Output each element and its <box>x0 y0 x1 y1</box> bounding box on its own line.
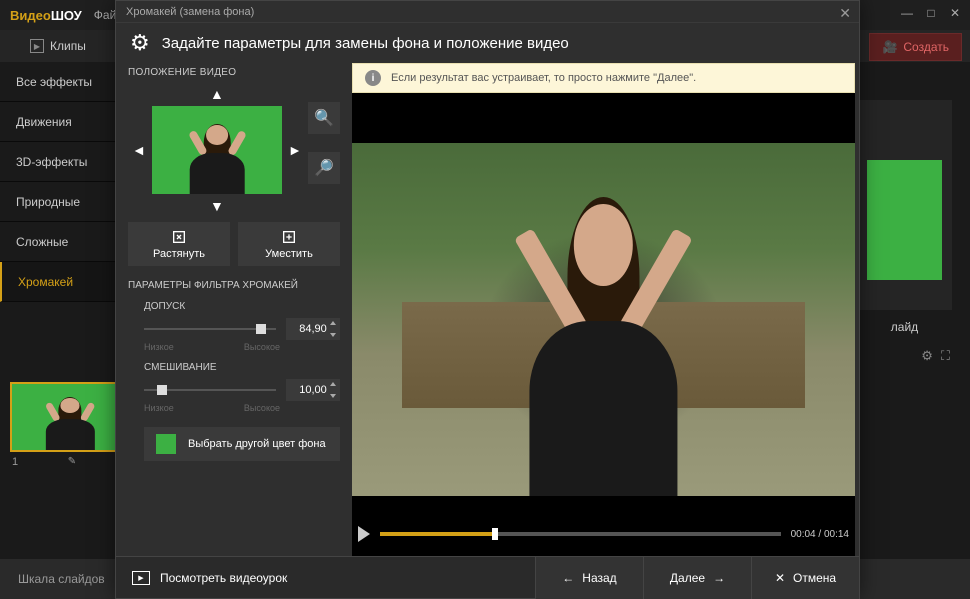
close-icon: ✕ <box>775 571 785 585</box>
zoom-out-icon: 🔎 <box>314 158 334 178</box>
chromakey-dialog: Хромакей (замена фона) ✕ ⚙ Задайте парам… <box>115 0 860 599</box>
slide-label: лайд <box>857 320 952 334</box>
video-icon: ▶ <box>132 571 150 585</box>
sidebar-item-3d[interactable]: 3D-эффекты <box>0 142 115 182</box>
blend-label: СМЕШИВАНИЕ <box>144 362 340 373</box>
effects-sidebar: Все эффекты Движения 3D-эффекты Природны… <box>0 62 115 559</box>
pick-color-button[interactable]: Выбрать другой цвет фона <box>144 427 340 461</box>
next-button[interactable]: Далее→ <box>643 557 751 599</box>
dialog-header: ⚙ Задайте параметры для замены фона и по… <box>116 23 859 63</box>
arrow-up-icon[interactable]: ▲ <box>210 86 224 102</box>
play-icon: ▶ <box>30 39 44 53</box>
zoom-out-button[interactable]: 🔎 <box>308 152 340 184</box>
blend-high-label: Высокое <box>244 403 280 413</box>
settings-column: ПОЛОЖЕНИЕ ВИДЕО ▲ ▼ ◄ ► 🔍 🔎 Растянуть <box>116 63 352 556</box>
dialog-close-button[interactable]: ✕ <box>839 5 851 22</box>
clip-index: 1 <box>12 456 18 468</box>
maximize-button[interactable]: □ <box>924 6 938 20</box>
sidebar-item-nature[interactable]: Природные <box>0 182 115 222</box>
fit-icon <box>281 229 297 245</box>
play-button[interactable] <box>358 526 370 542</box>
info-icon: i <box>365 70 381 86</box>
tolerance-low-label: Низкое <box>144 342 174 352</box>
blend-spinner[interactable]: 10,00 <box>286 379 340 401</box>
time-display: 00:04 / 00:14 <box>791 529 849 540</box>
dialog-title: Задайте параметры для замены фона и поло… <box>162 35 569 52</box>
sidebar-item-motion[interactable]: Движения <box>0 102 115 142</box>
menu-file[interactable]: Фай <box>94 8 117 22</box>
sidebar-item-complex[interactable]: Сложные <box>0 222 115 262</box>
zoom-in-button[interactable]: 🔍 <box>308 102 340 134</box>
arrow-left-icon: ← <box>562 571 574 585</box>
gear-icon: ⚙ <box>130 30 150 56</box>
section-position-label: ПОЛОЖЕНИЕ ВИДЕО <box>128 67 340 78</box>
slide-preview-panel: лайд <box>857 100 952 310</box>
preview-frame <box>352 143 855 496</box>
position-editor: ▲ ▼ ◄ ► 🔍 🔎 <box>128 84 340 218</box>
dialog-footer: ▶ Посмотреть видеоурок ←Назад Далее→ ✕От… <box>116 556 859 598</box>
camera-icon: 🎥 <box>882 40 897 54</box>
expand-icon <box>171 229 187 245</box>
dialog-titlebar[interactable]: Хромакей (замена фона) ✕ <box>116 1 859 23</box>
tolerance-high-label: Высокое <box>244 342 280 352</box>
window-controls: — □ ✕ <box>900 6 962 20</box>
arrow-right-icon[interactable]: ► <box>288 142 302 158</box>
tolerance-label: ДОПУСК <box>144 301 340 312</box>
fullscreen-icon[interactable]: ⛶ <box>941 348 950 364</box>
create-button[interactable]: 🎥Создать <box>869 33 962 61</box>
fit-button[interactable]: Уместить <box>238 222 340 266</box>
position-thumbnail[interactable] <box>152 106 282 194</box>
hint-bar: i Если результат вас устраивает, то прос… <box>352 63 855 93</box>
blend-low-label: Низкое <box>144 403 174 413</box>
tolerance-spinner[interactable]: 84,90 <box>286 318 340 340</box>
section-params-label: ПАРАМЕТРЫ ФИЛЬТРА ХРОМАКЕЙ <box>128 280 340 291</box>
arrow-right-icon: → <box>713 571 725 585</box>
arrow-left-icon[interactable]: ◄ <box>132 142 146 158</box>
stretch-button[interactable]: Растянуть <box>128 222 230 266</box>
minimize-button[interactable]: — <box>900 6 914 20</box>
sidebar-item-all[interactable]: Все эффекты <box>0 62 115 102</box>
timeline-label: Шкала слайдов <box>18 572 105 586</box>
edit-icon[interactable]: ✎ <box>68 456 76 468</box>
preview-column: i Если результат вас устраивает, то прос… <box>352 63 859 556</box>
back-button[interactable]: ←Назад <box>535 557 643 599</box>
close-window-button[interactable]: ✕ <box>948 6 962 20</box>
tab-clips[interactable]: ▶Клипы <box>30 39 86 53</box>
clip-thumbnail[interactable] <box>10 382 130 452</box>
progress-track[interactable] <box>380 532 781 536</box>
hint-text: Если результат вас устраивает, то просто… <box>391 72 696 84</box>
tolerance-slider[interactable] <box>144 319 276 339</box>
cancel-button[interactable]: ✕Отмена <box>751 557 859 599</box>
slide-preview <box>867 160 942 280</box>
video-preview: 00:04 / 00:14 <box>352 93 855 556</box>
app-logo: ВидеоШОУ <box>10 8 82 23</box>
playback-controls: 00:04 / 00:14 <box>358 522 849 546</box>
blend-slider[interactable] <box>144 380 276 400</box>
zoom-in-icon: 🔍 <box>314 108 334 128</box>
color-swatch <box>156 434 176 454</box>
settings-icon[interactable]: ⚙ <box>921 348 933 364</box>
arrow-down-icon[interactable]: ▼ <box>210 198 224 214</box>
sidebar-item-chromakey[interactable]: Хромакей <box>0 262 115 302</box>
tutorial-link[interactable]: ▶ Посмотреть видеоурок <box>116 571 303 585</box>
